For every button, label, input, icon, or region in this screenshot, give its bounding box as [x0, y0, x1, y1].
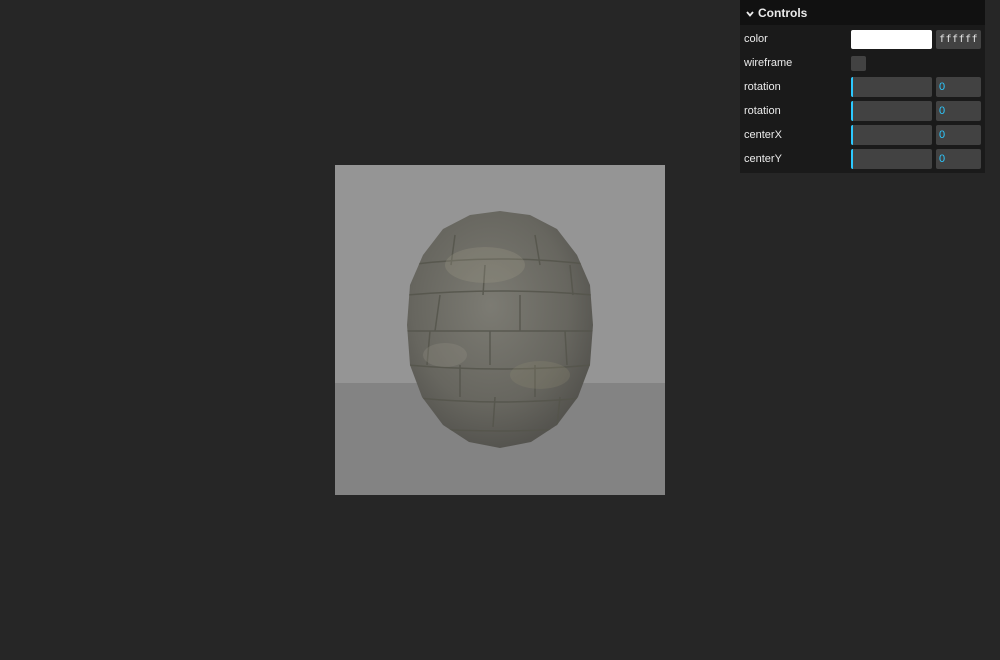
rotation-row: rotation 0: [740, 75, 985, 99]
controls-panel-header[interactable]: Controls: [740, 0, 985, 25]
rotation-row-2: rotation 0: [740, 99, 985, 123]
rotation-slider[interactable]: [851, 77, 932, 97]
textured-sphere: [407, 211, 593, 448]
centery-slider[interactable]: [851, 149, 932, 169]
controls-panel-title: Controls: [758, 5, 808, 20]
centerx-label: centerX: [744, 129, 782, 141]
rotation-slider-fill: [851, 77, 853, 97]
color-hex-input[interactable]: ffffff: [936, 30, 981, 49]
centerx-value-input[interactable]: 0: [936, 125, 981, 145]
centerx-slider[interactable]: [851, 125, 932, 145]
rotation-slider-2[interactable]: [851, 101, 932, 121]
centery-value-input[interactable]: 0: [936, 149, 981, 169]
rotation-value-input-2[interactable]: 0: [936, 101, 981, 121]
centerx-slider-fill: [851, 125, 853, 145]
wireframe-checkbox[interactable]: [851, 56, 866, 71]
rotation-label: rotation: [744, 81, 781, 93]
rotation-label-2: rotation: [744, 105, 781, 117]
centery-label: centerY: [744, 153, 782, 165]
centery-slider-fill: [851, 149, 853, 169]
rotation-slider-fill-2: [851, 101, 853, 121]
render-canvas[interactable]: [335, 165, 665, 495]
rotation-value-input[interactable]: 0: [936, 77, 981, 97]
wireframe-row: wireframe: [740, 51, 985, 75]
centerx-row: centerX 0: [740, 123, 985, 147]
controls-panel: Controls color ffffff wireframe rotation…: [740, 0, 985, 173]
color-label: color: [744, 33, 768, 45]
color-row: color ffffff: [740, 27, 985, 51]
color-swatch[interactable]: [851, 30, 932, 49]
chevron-down-icon: [745, 8, 755, 18]
centery-row: centerY 0: [740, 147, 985, 171]
wireframe-label: wireframe: [744, 57, 793, 69]
viewport: Controls color ffffff wireframe rotation…: [0, 0, 1000, 660]
scene: [335, 165, 665, 495]
